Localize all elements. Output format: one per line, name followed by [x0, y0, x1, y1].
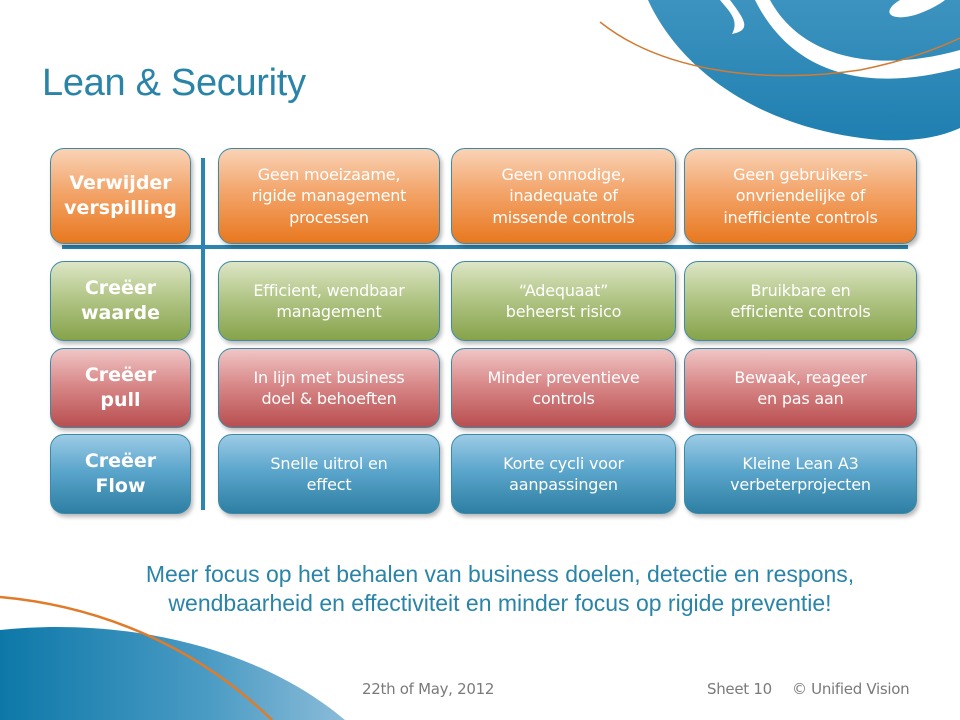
cell-text: Minder preventieve controls	[487, 367, 640, 408]
matrix-cell: In lijn met business doel & behoeften	[218, 348, 440, 428]
cell-text: Bruikbare en efficiente controls	[730, 280, 871, 321]
cell-text: In lijn met business doel & behoeften	[253, 367, 405, 408]
page-title: Lean & Security	[42, 62, 306, 104]
cell-text: Snelle uitrol en effect	[270, 453, 388, 494]
horizontal-divider	[62, 245, 908, 249]
footer-date: 22th of May, 2012	[362, 680, 495, 698]
cell-text: “Adequaat” beheerst risico	[505, 280, 622, 321]
footer-copyright: © Unified Vision	[792, 680, 910, 698]
row-header-label: Creëer Flow	[84, 449, 157, 497]
matrix-cell: Korte cycli voor aanpassingen	[451, 434, 676, 514]
row-header-label: Creëer pull	[84, 363, 157, 411]
matrix-cell: Efficient, wendbaar management	[218, 261, 440, 341]
matrix-cell: Kleine Lean A3 verbeterprojecten	[684, 434, 917, 514]
row-header-creeer-flow: Creëer Flow	[50, 434, 191, 514]
row-header-creeer-pull: Creëer pull	[50, 348, 191, 428]
cell-text: Bewaak, reageer en pas aan	[734, 367, 867, 408]
matrix-cell: Minder preventieve controls	[451, 348, 676, 428]
cell-text: Korte cycli voor aanpassingen	[503, 453, 624, 494]
matrix-cell: Geen onnodige, inadequate of missende co…	[451, 148, 676, 244]
row-header-verwijder-verspilling: Verwijder verspilling	[50, 148, 191, 244]
cell-text: Geen onnodige, inadequate of missende co…	[492, 165, 635, 227]
conclusion-text: Meer focus op het behalen van business d…	[145, 561, 855, 616]
row-header-label: Creëer waarde	[80, 276, 161, 324]
footer-sheet-number: Sheet 10	[707, 680, 772, 698]
vertical-divider	[201, 158, 205, 510]
matrix-cell: Geen moeizaame, rigide management proces…	[218, 148, 440, 244]
cell-text: Geen gebruikers- onvriendelijke of ineff…	[723, 165, 878, 227]
cell-text: Geen moeizaame, rigide management proces…	[251, 165, 407, 227]
matrix-cell: Bruikbare en efficiente controls	[684, 261, 917, 341]
logo-swirl-icon	[599, 0, 960, 141]
matrix-cell: Bewaak, reageer en pas aan	[684, 348, 917, 428]
matrix-cell: “Adequaat” beheerst risico	[451, 261, 676, 341]
row-header-creeer-waarde: Creëer waarde	[50, 261, 191, 341]
matrix-cell: Geen gebruikers- onvriendelijke of ineff…	[684, 148, 917, 244]
cell-text: Kleine Lean A3 verbeterprojecten	[730, 453, 871, 494]
matrix-cell: Snelle uitrol en effect	[218, 434, 440, 514]
cell-text: Efficient, wendbaar management	[253, 280, 405, 321]
row-header-label: Verwijder verspilling	[64, 171, 177, 219]
